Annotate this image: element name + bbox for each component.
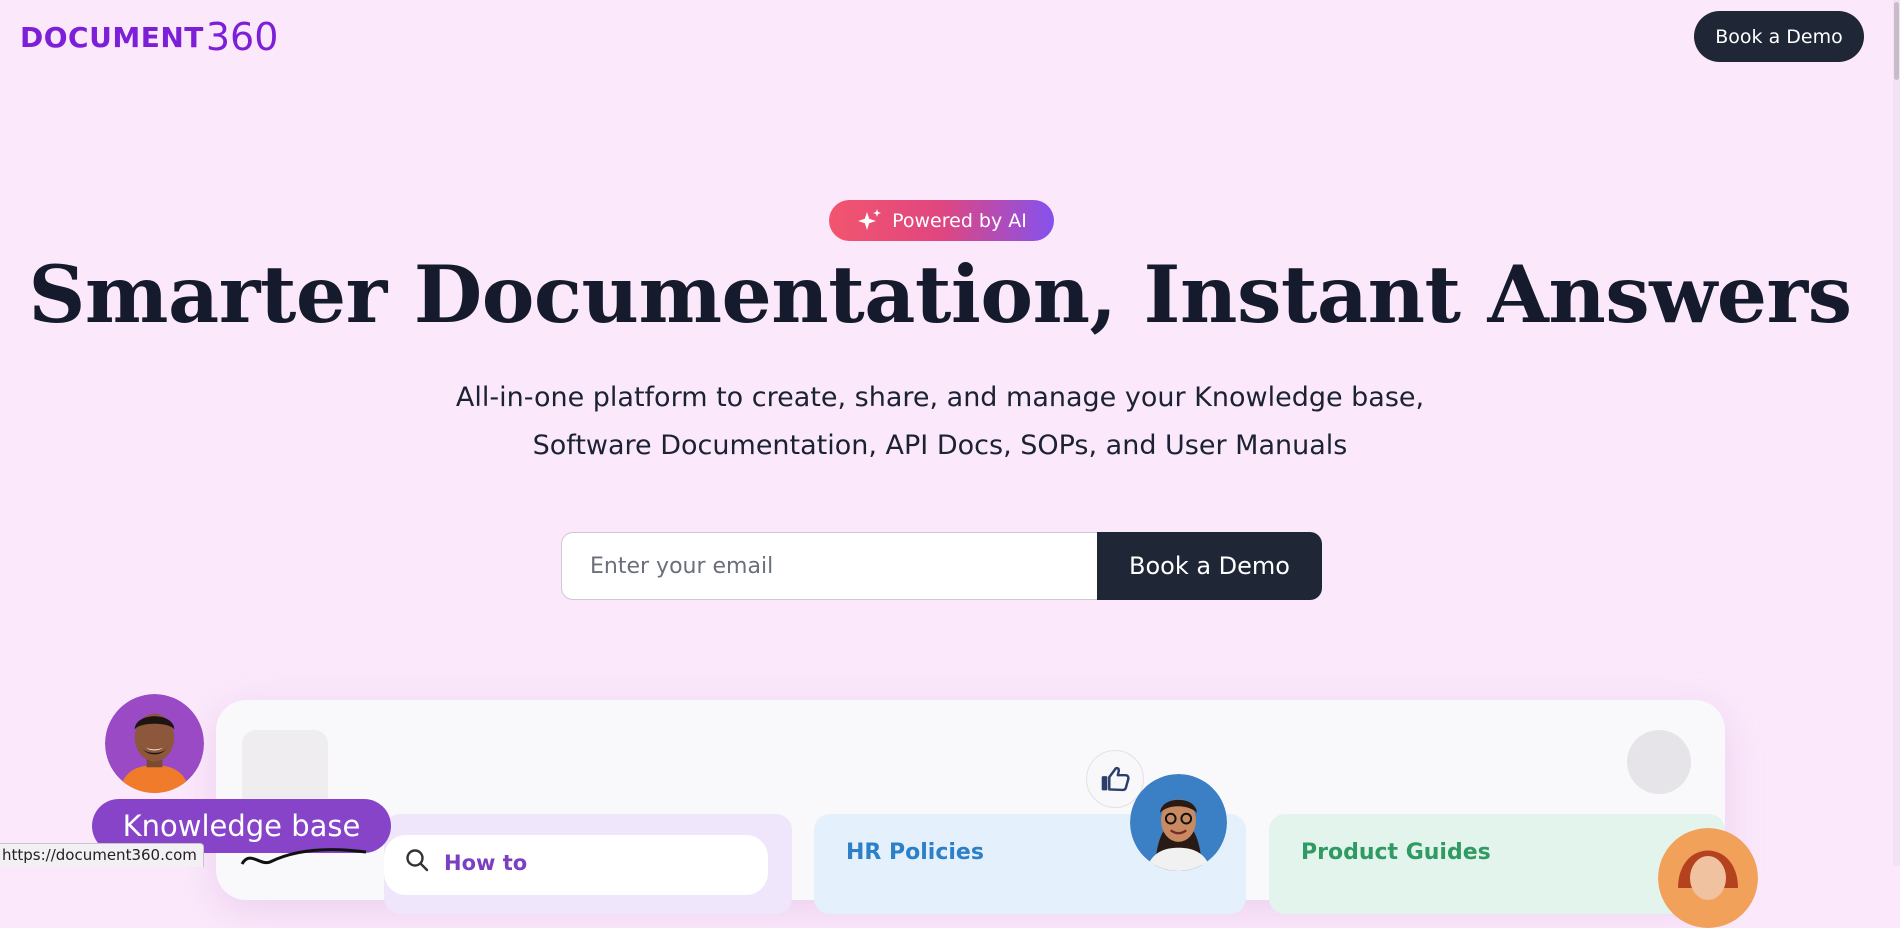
avatar-man xyxy=(105,694,204,793)
hero-subtitle: All-in-one platform to create, share, an… xyxy=(0,374,1880,470)
preview-search-box: How to xyxy=(384,835,768,895)
scrollbar-thumb[interactable] xyxy=(1894,2,1899,80)
swirl-decoration xyxy=(240,848,367,865)
preview-placeholder-circle xyxy=(1627,730,1691,794)
sparkle-icon xyxy=(858,208,882,230)
logo-number: 360 xyxy=(205,15,279,59)
page-scrollbar[interactable] xyxy=(1893,0,1900,866)
search-icon xyxy=(406,849,429,872)
email-input[interactable] xyxy=(561,532,1097,600)
card-title-hr-policies: HR Policies xyxy=(846,840,984,865)
badge-label: Powered by AI xyxy=(892,209,1027,232)
form-book-demo-button[interactable]: Book a Demo xyxy=(1097,532,1322,600)
header-book-demo-button[interactable]: Book a Demo xyxy=(1694,11,1864,62)
product-guides-card: Product Guides xyxy=(1269,814,1725,914)
hero-subtitle-line-2: Software Documentation, API Docs, SOPs, … xyxy=(532,430,1348,461)
hero-subtitle-line-1: All-in-one platform to create, share, an… xyxy=(455,382,1425,413)
avatar-woman xyxy=(1130,774,1227,871)
status-bar-url: https://document360.com xyxy=(0,843,204,867)
document360-logo[interactable]: DOCUMENT 360 xyxy=(20,18,278,56)
hero-title: Smarter Documentation, Instant Answers xyxy=(28,248,1852,341)
logo-text: DOCUMENT xyxy=(20,20,204,54)
powered-by-ai-badge: Powered by AI xyxy=(829,200,1054,241)
avatar-woman-2 xyxy=(1658,828,1758,928)
search-typed-text: How to xyxy=(444,851,528,875)
demo-signup-form: Book a Demo xyxy=(561,532,1322,600)
card-title-product-guides: Product Guides xyxy=(1301,840,1491,865)
